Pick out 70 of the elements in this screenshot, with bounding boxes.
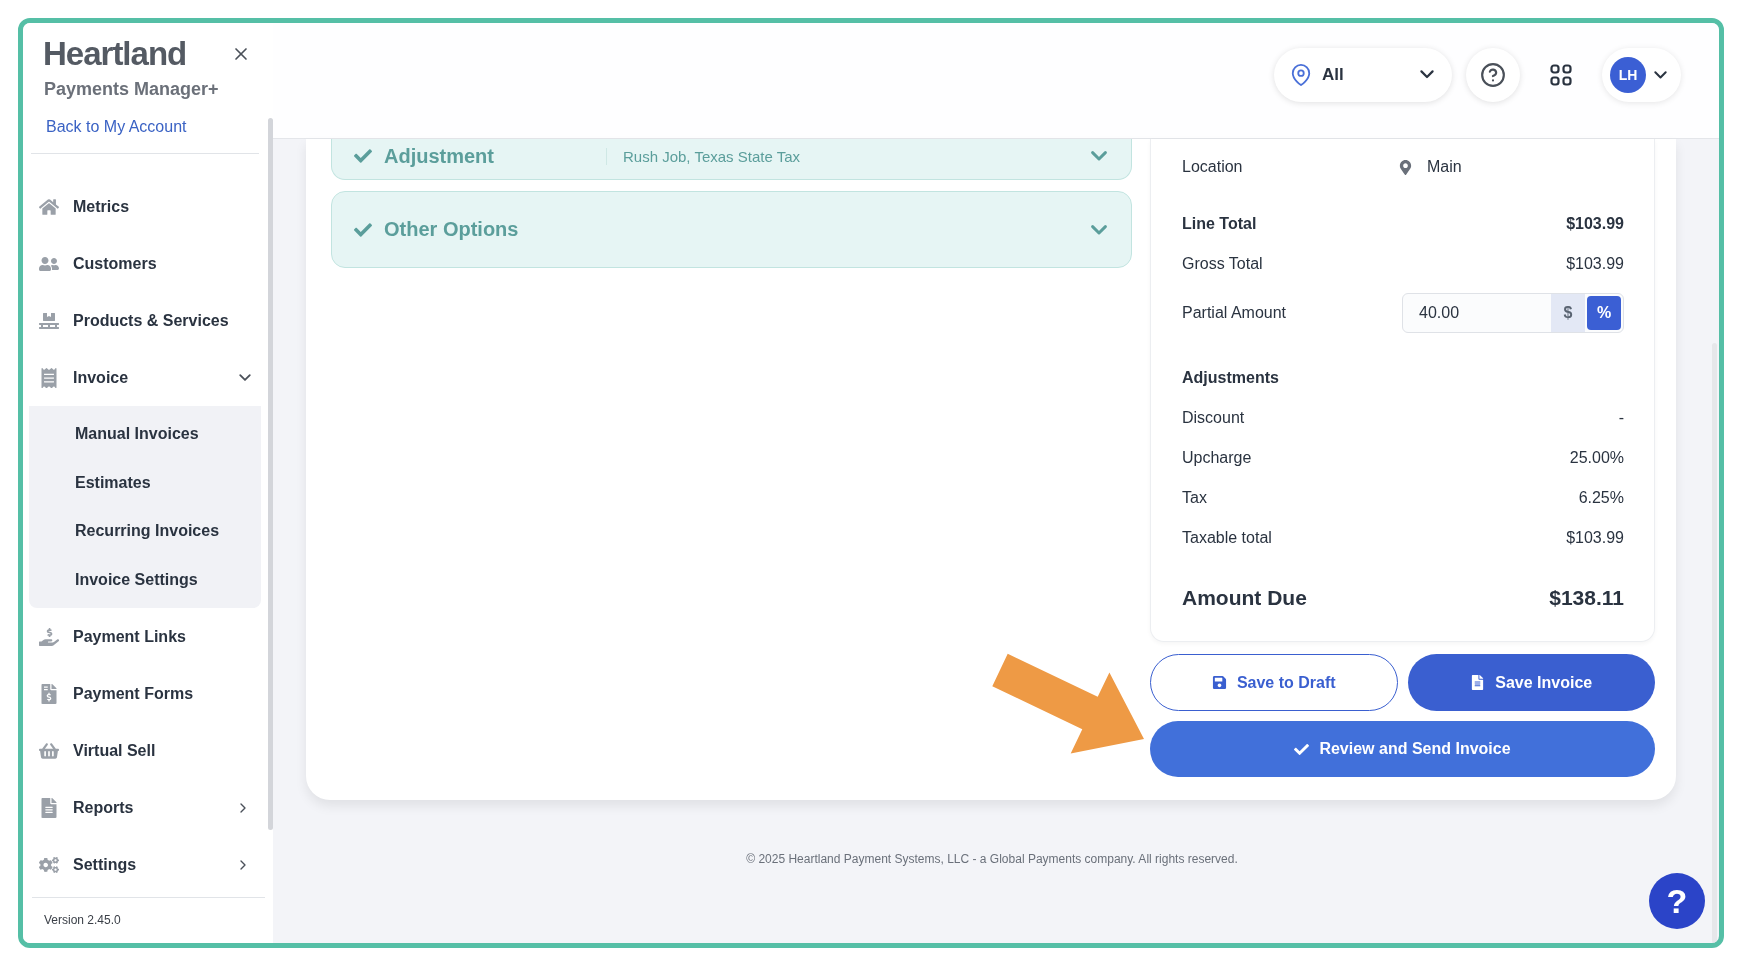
submenu-item[interactable]: Manual Invoices	[29, 410, 261, 459]
help-button[interactable]: ?	[1649, 873, 1705, 929]
nav-item[interactable]: Products & Services	[23, 292, 265, 349]
grid-icon	[1550, 63, 1572, 86]
row-label: Line Total	[1182, 215, 1257, 233]
back-link[interactable]: Back to My Account	[23, 100, 187, 136]
house-icon	[39, 196, 59, 217]
submenu-item[interactable]: Estimates	[29, 458, 261, 507]
action-button[interactable]: Save to Draft	[1150, 654, 1398, 711]
copyright-text: © 2025 Heartland Payment Systems, LLC - a Global Payments company. All rights reserved.	[745, 852, 1239, 866]
account-menu[interactable]: LH	[1602, 47, 1681, 102]
document-icon	[39, 797, 59, 818]
row-label: Partial Amount	[1182, 304, 1287, 322]
chevron-down-icon	[239, 373, 251, 382]
nav-item[interactable]: Payment Forms	[23, 665, 265, 722]
receipt-icon	[39, 367, 59, 388]
row-value: $103.99	[1566, 529, 1624, 547]
submenu-item[interactable]: Invoice Settings	[29, 555, 261, 604]
nav-item[interactable]: Payment Links	[23, 608, 265, 665]
row-label: Location	[1182, 158, 1243, 176]
product-name: Payments Manager+	[43, 78, 220, 100]
submenu-item[interactable]: Recurring Invoices	[29, 507, 261, 556]
amount-field[interactable]: 40.00 $ %	[1402, 293, 1624, 333]
avatar: LH	[1610, 56, 1646, 93]
row-value: $103.99	[1566, 255, 1624, 273]
nav-item[interactable]: Customers	[23, 235, 265, 292]
row-value: Main	[1427, 158, 1462, 176]
row-value: 25.00%	[1569, 449, 1624, 467]
nav-item[interactable]: Virtual Sell	[23, 722, 265, 779]
check-icon	[1294, 741, 1310, 757]
nav-item[interactable]: Invoice	[23, 349, 265, 406]
total-label: Amount Due	[1182, 586, 1307, 610]
unit-toggle[interactable]: %	[1587, 296, 1621, 330]
map-pin-icon	[1290, 63, 1312, 86]
document-dollar-icon	[39, 683, 59, 704]
row-value: -	[1618, 409, 1624, 427]
unit-toggle[interactable]: $	[1551, 294, 1585, 332]
map-pin-icon	[1398, 159, 1413, 175]
basket-icon	[39, 740, 59, 761]
action-button[interactable]: Review and Send Invoice	[1150, 721, 1655, 777]
hand-coin-icon	[39, 626, 59, 647]
nav-item[interactable]: Reports	[23, 779, 265, 836]
help-button[interactable]	[1466, 47, 1520, 102]
help-icon	[1480, 61, 1506, 88]
row-label: Tax	[1182, 489, 1207, 507]
pallet-icon	[39, 310, 59, 331]
action-button[interactable]: Save Invoice	[1407, 654, 1655, 711]
check-icon	[354, 147, 372, 165]
location-dropdown[interactable]: All	[1274, 47, 1452, 102]
brand-logo: Heartland	[43, 35, 187, 73]
row-label: Taxable total	[1182, 529, 1272, 547]
chevron-down-icon	[1091, 224, 1107, 235]
row-label: Upcharge	[1182, 449, 1252, 467]
nav-item[interactable]: Metrics	[23, 178, 265, 235]
chevron-down-icon	[1091, 151, 1107, 161]
version-text: Version 2.45.0	[32, 897, 265, 943]
chevron-down-icon	[1420, 70, 1434, 79]
check-icon	[354, 220, 372, 239]
row-label: Gross Total	[1182, 255, 1263, 273]
row-value: 6.25%	[1578, 489, 1624, 507]
row-value: $103.99	[1566, 215, 1624, 233]
nav-item[interactable]: Settings	[23, 836, 265, 893]
document-icon	[1470, 675, 1486, 690]
total-value: $138.11	[1549, 586, 1624, 610]
section-heading: Adjustments	[1182, 369, 1279, 387]
row-label: Discount	[1182, 409, 1245, 427]
gears-icon	[39, 854, 59, 875]
chevron-down-icon	[1654, 70, 1667, 79]
scrollbar[interactable]	[1712, 343, 1717, 943]
scrollbar[interactable]	[268, 118, 273, 830]
